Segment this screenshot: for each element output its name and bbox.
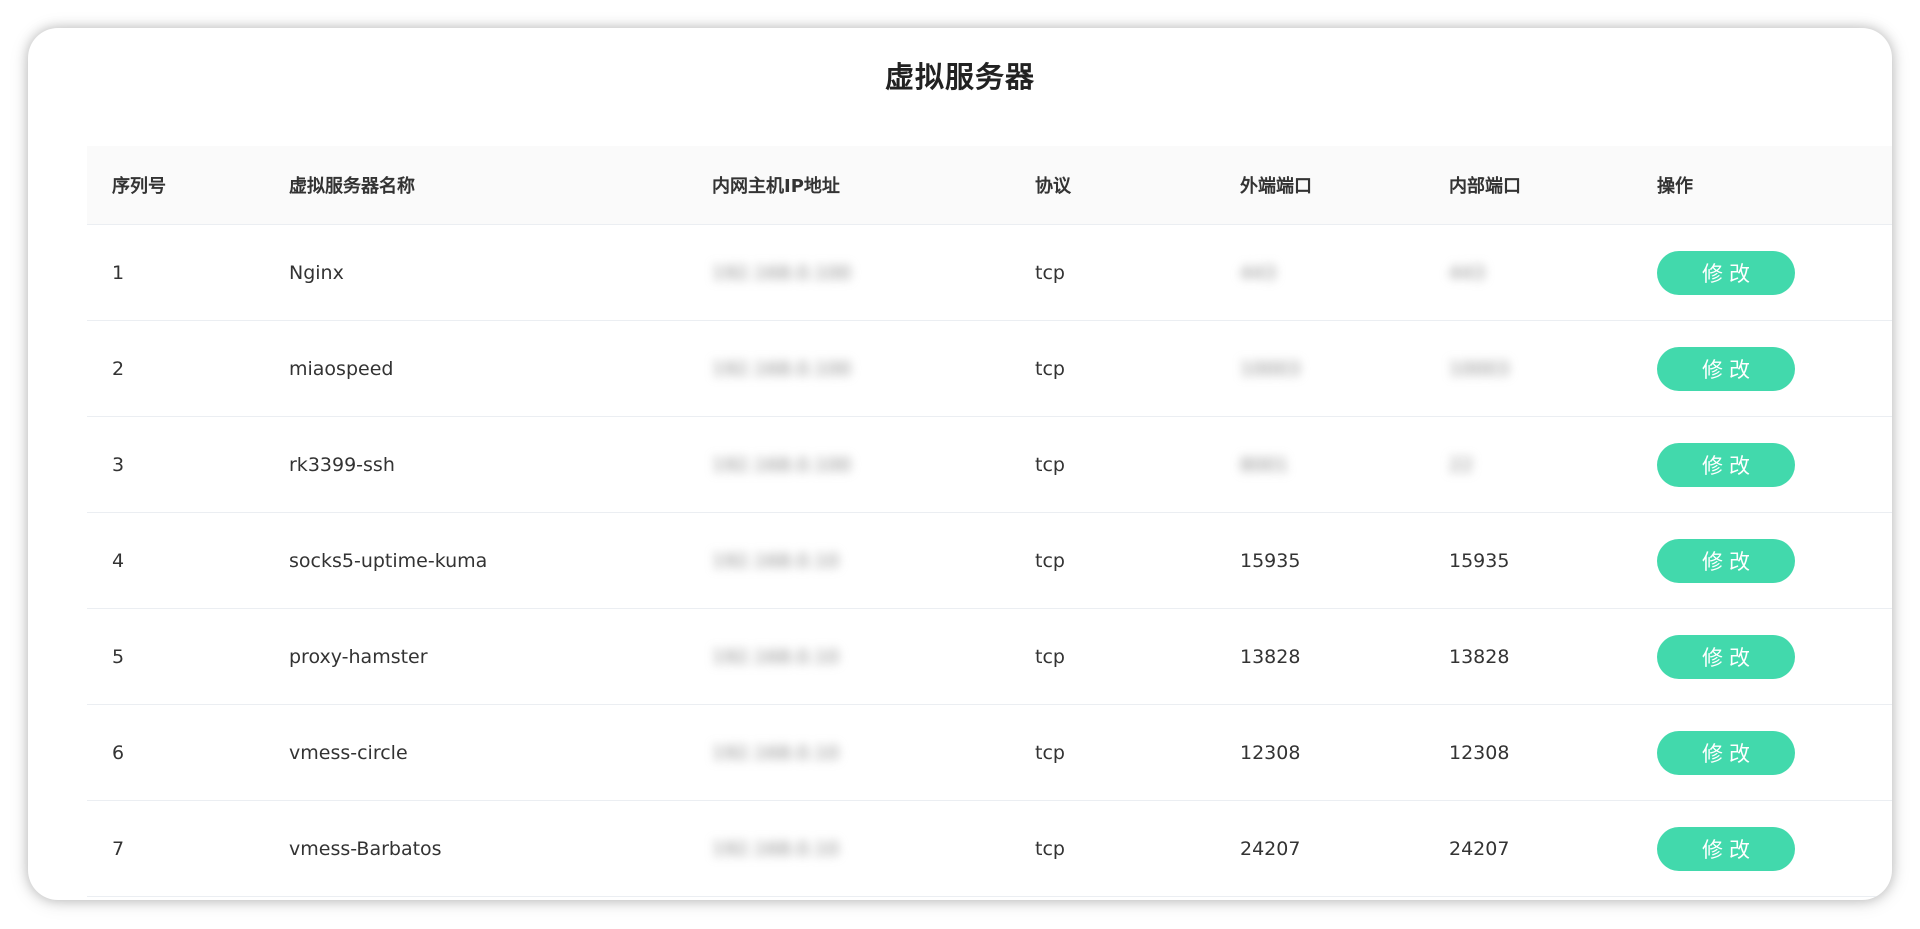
row-action: 修改 [1657,321,1795,416]
page-title: 虚拟服务器 [884,60,1035,94]
table-row: 5 proxy-hamster 192.168.0.10 tcp 13828 1… [87,609,1892,705]
edit-button[interactable]: 修改 [1657,826,1795,871]
row-external-port: 24207 [1240,837,1301,860]
screen: 虚拟服务器 序列号 虚拟服务器名称 内网主机IP地址 协议 外端端口 内部端口 … [0,0,1920,929]
row-internal-port: 12308 [1449,741,1510,764]
row-protocol: tcp [1035,645,1065,668]
row-external-port: 15935 [1240,549,1301,572]
row-internal-port: 10003 [1449,357,1510,380]
row-index: 3 [112,453,125,476]
row-ip: 192.168.0.100 [712,357,852,380]
header-index: 序列号 [112,176,166,197]
edit-button[interactable]: 修改 [1657,538,1795,583]
header-ip: 内网主机IP地址 [712,176,840,197]
edit-button[interactable]: 修改 [1657,250,1795,295]
table-row: 2 miaospeed 192.168.0.100 tcp 10003 1000… [87,321,1892,417]
row-protocol: tcp [1035,261,1065,284]
row-ip: 192.168.0.10 [712,837,839,860]
row-action: 修改 [1657,801,1795,896]
table-row: 3 rk3399-ssh 192.168.0.100 tcp 8001 22 修… [87,417,1892,513]
table-header: 序列号 虚拟服务器名称 内网主机IP地址 协议 外端端口 内部端口 操作 [87,146,1892,225]
row-internal-port: 443 [1449,261,1486,284]
row-ip: 192.168.0.10 [712,741,839,764]
row-index: 4 [112,549,125,572]
row-action: 修改 [1657,705,1795,800]
edit-button[interactable]: 修改 [1657,442,1795,487]
edit-button[interactable]: 修改 [1657,730,1795,775]
header-internal-port: 内部端口 [1449,176,1521,197]
row-external-port: 12308 [1240,741,1301,764]
header-action: 操作 [1657,176,1693,197]
row-ip: 192.168.0.10 [712,645,839,668]
edit-button[interactable]: 修改 [1657,634,1795,679]
row-name: Nginx [289,261,344,284]
row-ip: 192.168.0.100 [712,261,852,284]
row-name: vmess-Barbatos [289,837,442,860]
edit-button[interactable]: 修改 [1657,346,1795,391]
table-row: 7 vmess-Barbatos 192.168.0.10 tcp 24207 … [87,801,1892,897]
row-protocol: tcp [1035,357,1065,380]
row-action: 修改 [1657,513,1795,608]
row-ip: 192.168.0.10 [712,549,839,572]
row-action: 修改 [1657,225,1795,320]
row-name: proxy-hamster [289,645,428,668]
row-protocol: tcp [1035,741,1065,764]
row-action: 修改 [1657,609,1795,704]
row-name: socks5-uptime-kuma [289,549,488,572]
row-name: rk3399-ssh [289,453,395,476]
row-index: 2 [112,357,125,380]
row-name: miaospeed [289,357,394,380]
row-external-port: 8001 [1240,453,1289,476]
row-name: vmess-circle [289,741,408,764]
virtual-server-table: 序列号 虚拟服务器名称 内网主机IP地址 协议 外端端口 内部端口 操作 1 N… [87,146,1892,897]
row-index: 5 [112,645,125,668]
header-name: 虚拟服务器名称 [289,176,415,197]
row-index: 1 [112,261,125,284]
row-internal-port: 13828 [1449,645,1510,668]
row-internal-port: 22 [1449,453,1474,476]
row-index: 7 [112,837,125,860]
row-external-port: 13828 [1240,645,1301,668]
header-external-port: 外端端口 [1240,176,1312,197]
row-ip: 192.168.0.100 [712,453,852,476]
row-protocol: tcp [1035,549,1065,572]
row-protocol: tcp [1035,453,1065,476]
table-row: 1 Nginx 192.168.0.100 tcp 443 443 修改 [87,225,1892,321]
virtual-server-panel: 虚拟服务器 序列号 虚拟服务器名称 内网主机IP地址 协议 外端端口 内部端口 … [28,28,1892,900]
row-action: 修改 [1657,417,1795,512]
row-internal-port: 24207 [1449,837,1510,860]
row-index: 6 [112,741,125,764]
table-row: 4 socks5-uptime-kuma 192.168.0.10 tcp 15… [87,513,1892,609]
row-protocol: tcp [1035,837,1065,860]
row-external-port: 443 [1240,261,1277,284]
row-external-port: 10003 [1240,357,1301,380]
header-protocol: 协议 [1035,176,1071,197]
table-row: 6 vmess-circle 192.168.0.10 tcp 12308 12… [87,705,1892,801]
row-internal-port: 15935 [1449,549,1510,572]
